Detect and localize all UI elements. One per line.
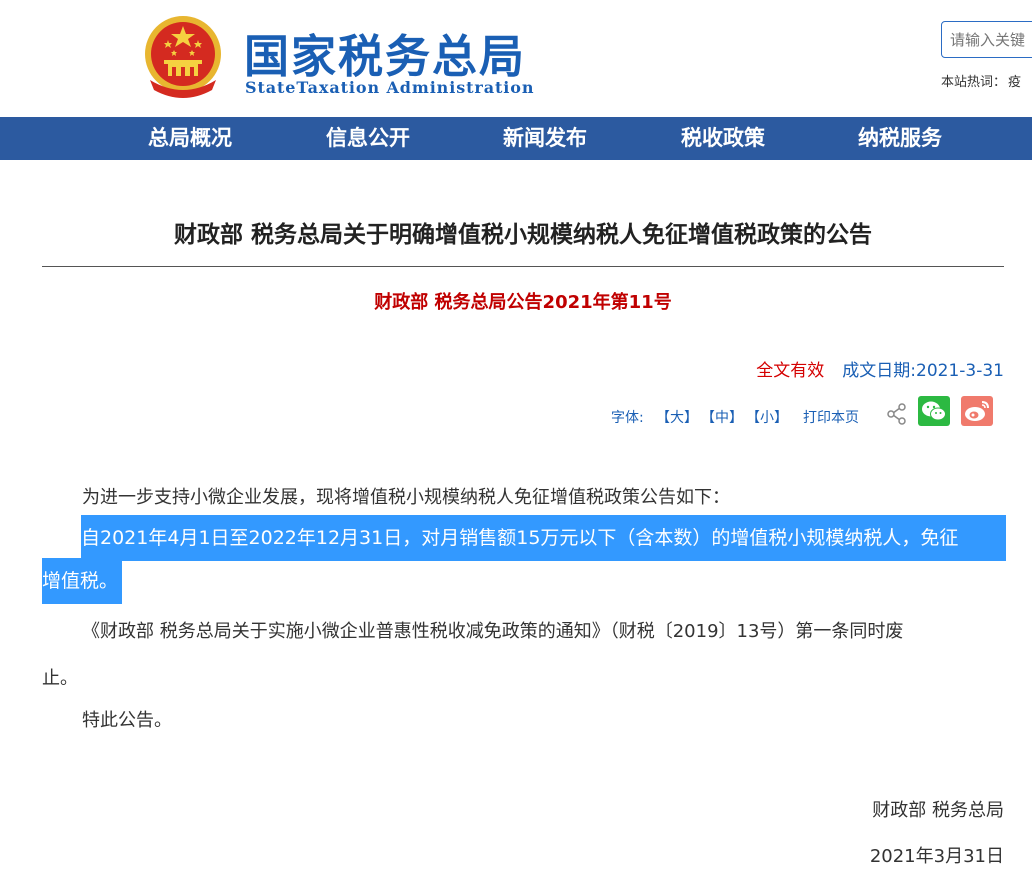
national-emblem-icon: [145, 16, 221, 98]
nav-item-info-disclosure[interactable]: 信息公开: [326, 117, 410, 160]
paragraph-closing: 特此公告。: [82, 710, 172, 731]
site-logo-english[interactable]: StateTaxation Administration: [245, 78, 534, 97]
site-logo-chinese[interactable]: 国家税务总局: [244, 20, 526, 85]
highlighted-text-line-1[interactable]: 自2021年4月1日至2022年12月31日，对月销售额15万元以下（含本数）的…: [81, 515, 1006, 561]
wechat-share-icon[interactable]: [918, 396, 950, 426]
signature-date: 2021年3月31日: [869, 846, 1004, 867]
signature-issuer: 财政部 税务总局: [872, 800, 1004, 821]
validity-status: 全文有效: [756, 361, 825, 381]
article-date: 成文日期:2021-3-31: [842, 361, 1004, 381]
font-size-small-button[interactable]: 【小】: [746, 407, 788, 427]
title-divider: [42, 266, 1004, 267]
font-size-medium-button[interactable]: 【中】: [701, 407, 743, 427]
hot-word-link[interactable]: 疫: [1008, 75, 1021, 90]
paragraph-abolition-line-2: 止。: [42, 668, 78, 689]
print-page-button[interactable]: 打印本页: [803, 407, 859, 427]
highlighted-text-line-2[interactable]: 增值税。: [42, 558, 122, 604]
paragraph-intro: 为进一步支持小微企业发展，现将增值税小规模纳税人免征增值税政策公告如下：: [82, 487, 730, 508]
search-input[interactable]: [941, 21, 1032, 58]
share-icon[interactable]: [886, 403, 908, 425]
paragraph-abolition-line-1: 《财政部 税务总局关于实施小微企业普惠性税收减免政策的通知》（财税〔2019〕1…: [82, 621, 904, 642]
main-nav: 总局概况 信息公开 新闻发布 税收政策 纳税服务: [0, 117, 1032, 160]
hot-words: 本站热词：疫: [941, 71, 1021, 90]
article-title: 财政部 税务总局关于明确增值税小规模纳税人免征增值税政策的公告: [173, 222, 872, 248]
nav-item-tax-policy[interactable]: 税收政策: [681, 117, 765, 160]
font-size-large-button[interactable]: 【大】: [656, 407, 698, 427]
weibo-share-icon[interactable]: [961, 396, 993, 426]
nav-item-tax-service[interactable]: 纳税服务: [858, 117, 942, 160]
article-meta: 全文有效 成文日期:2021-3-31: [756, 356, 1004, 381]
hot-words-label: 本站热词：: [941, 75, 1007, 90]
site-header: 国家税务总局 StateTaxation Administration 本站热词…: [0, 0, 1032, 117]
nav-item-news[interactable]: 新闻发布: [503, 117, 587, 160]
document-number: 财政部 税务总局公告2021年第11号: [374, 292, 672, 313]
font-size-label: 字体:: [611, 410, 644, 426]
nav-item-overview[interactable]: 总局概况: [148, 117, 232, 160]
